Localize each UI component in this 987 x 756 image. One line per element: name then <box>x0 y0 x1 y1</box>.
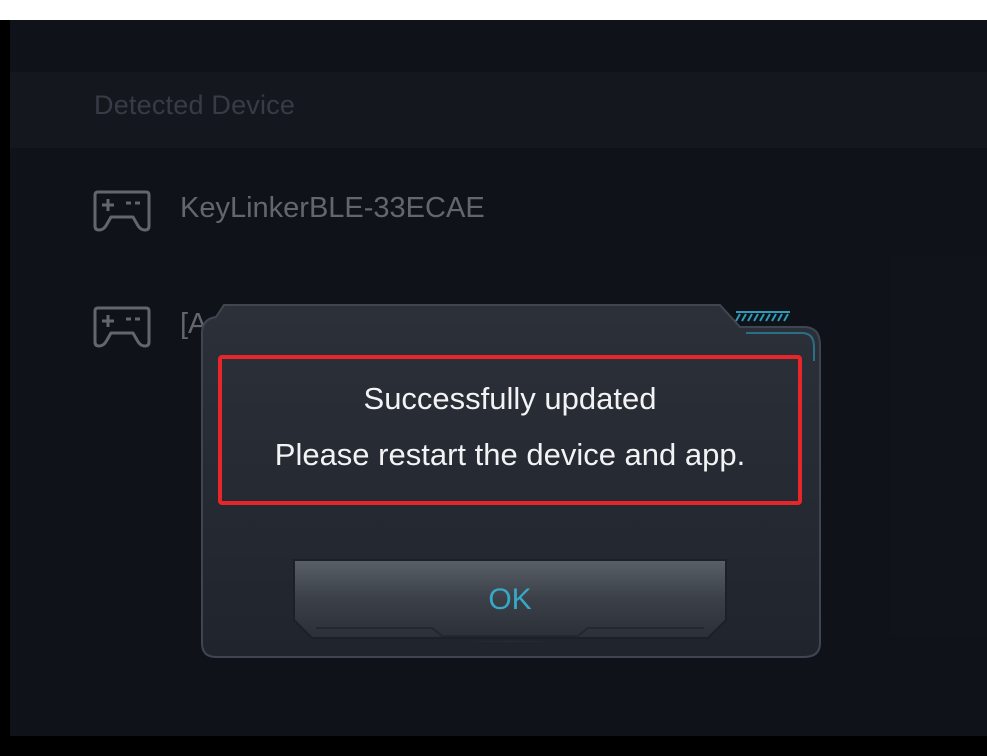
window-bottom-edge <box>0 736 987 756</box>
dialog-message: Please restart the device and app. <box>274 437 746 472</box>
window-top-edge <box>0 0 987 20</box>
decorative-stripes <box>735 311 790 322</box>
window-left-edge <box>0 20 10 756</box>
app-screen: Detected Device KeyLinkerBLE-33ECAE [A S… <box>10 20 987 736</box>
update-dialog: Successfully updated Please restart the … <box>198 303 824 661</box>
dialog-title: Successfully updated <box>363 381 657 416</box>
ok-button[interactable]: OK <box>292 558 728 642</box>
message-highlight-box: Successfully updated Please restart the … <box>218 355 802 505</box>
ok-button-label: OK <box>488 583 532 616</box>
